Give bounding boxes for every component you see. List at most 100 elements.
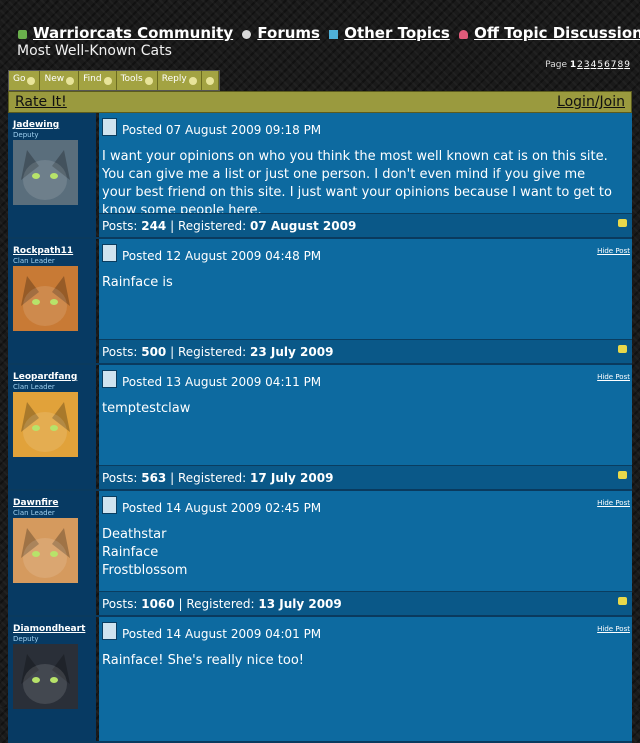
post-count: 1060 <box>141 597 175 611</box>
avatar <box>13 140 78 205</box>
thread-title: Most Well-Known Cats <box>17 43 172 59</box>
user-rank: Deputy <box>13 635 39 643</box>
rate-it-link[interactable]: Rate It! <box>15 94 67 110</box>
username-link[interactable]: Rockpath11 <box>13 246 73 256</box>
post-date: Posted 14 August 2009 02:45 PM <box>122 501 322 515</box>
forum-icon <box>18 30 27 39</box>
hide-post-link[interactable]: Hide Post <box>597 247 630 255</box>
toolbar-tools-button[interactable]: Tools <box>116 71 158 90</box>
post-body: Rainface! She's really nice too! <box>102 652 612 670</box>
page-link[interactable]: 4 <box>591 60 597 70</box>
page-link[interactable]: 3 <box>584 60 590 70</box>
registered-date: 13 July 2009 <box>258 597 342 611</box>
user-panel: Jadewing Deputy <box>8 113 96 237</box>
post-body-text: I want your opinions on who you think th… <box>102 149 612 218</box>
page-link[interactable]: 9 <box>624 60 630 70</box>
post-icon <box>102 496 117 514</box>
tools-icon <box>144 77 153 85</box>
go-icon <box>27 77 36 85</box>
hide-post-link[interactable]: Hide Post <box>597 625 630 633</box>
login-join-link[interactable]: Login/Join <box>557 94 625 110</box>
breadcrumb-forums[interactable]: Forums <box>257 24 320 42</box>
rate-bar: Rate It! Login/Join <box>8 91 632 113</box>
user-panel: Dawnfire Clan Leader <box>8 491 96 615</box>
post-count: 563 <box>141 471 167 485</box>
hide-post-link[interactable]: Hide Post <box>597 373 630 381</box>
hide-post-link[interactable]: Hide Post <box>597 499 630 507</box>
username-link[interactable]: Jadewing <box>13 120 59 130</box>
breadcrumb: Warriorcats Community Forums Other Topic… <box>14 24 640 42</box>
post: Diamondheart Deputy Posted 14 August 2009 … <box>8 617 632 743</box>
pagination: Page 123456789 <box>545 60 630 70</box>
page-link[interactable]: 8 <box>618 60 624 70</box>
report-icon[interactable] <box>618 219 627 227</box>
post-icon <box>102 622 117 640</box>
post-content: Posted 12 August 2009 04:48 PM Hide Post R… <box>99 239 632 363</box>
page-link[interactable]: 7 <box>611 60 617 70</box>
avatar <box>13 644 78 709</box>
post-body-line: Deathstar <box>102 527 167 542</box>
post-date: Posted 13 August 2009 04:11 PM <box>122 375 322 389</box>
post-body: I want your opinions on who you think th… <box>102 148 612 220</box>
toolbar-go-button[interactable]: Go <box>9 71 41 90</box>
post-body-line: Rainface <box>102 545 159 560</box>
username-link[interactable]: Leopardfang <box>13 372 77 382</box>
report-icon[interactable] <box>618 597 627 605</box>
user-panel: Leopardfang Clan Leader <box>8 365 96 489</box>
post-body-text: temptestclaw <box>102 401 191 416</box>
post-date: Posted 14 August 2009 04:01 PM <box>122 627 322 641</box>
post: Rockpath11 Clan Leader Posted 12 August 20… <box>8 239 632 365</box>
smiley-icon <box>205 77 214 85</box>
toolbar-find-button[interactable]: Find <box>79 71 117 90</box>
subforum-icon <box>459 30 469 39</box>
post-icon <box>102 370 117 388</box>
post-header: Posted 07 August 2009 09:18 PM <box>99 113 632 140</box>
post-header: Posted 13 August 2009 04:11 PM Hide Post <box>99 365 632 392</box>
new-icon <box>66 77 75 85</box>
toolbar-extra-button[interactable] <box>201 71 219 90</box>
post-icon <box>102 118 117 136</box>
page-link[interactable]: 2 <box>577 60 583 70</box>
forums-icon <box>242 30 252 39</box>
breadcrumb-off-topic[interactable]: Off Topic Discussions <box>474 24 640 42</box>
registered-date: 23 July 2009 <box>250 345 334 359</box>
post: Leopardfang Clan Leader Posted 13 August 2… <box>8 365 632 491</box>
post-date: Posted 12 August 2009 04:48 PM <box>122 249 322 263</box>
registered-date: 17 July 2009 <box>250 471 334 485</box>
report-icon[interactable] <box>618 345 627 353</box>
post-footer: Posts: 244 | Registered: 07 August 2009 <box>99 213 632 237</box>
page-link[interactable]: 5 <box>597 60 603 70</box>
user-rank: Clan Leader <box>13 257 55 265</box>
user-stats: Posts: 563 | Registered: 17 July 2009 <box>102 471 334 485</box>
post-footer: Posts: 1060 | Registered: 13 July 2009 <box>99 591 632 615</box>
post-list: Jadewing Deputy Posted 07 August 2009 09:1… <box>8 113 632 743</box>
post-count: 244 <box>141 219 167 233</box>
post-content: Posted 14 August 2009 04:01 PM Hide Post R… <box>99 617 632 741</box>
post-icon <box>102 244 117 262</box>
toolbar-reply-button[interactable]: Reply <box>157 71 202 90</box>
toolbar-new-button[interactable]: New <box>40 71 80 90</box>
post-content: Posted 14 August 2009 02:45 PM Hide Post D… <box>99 491 632 615</box>
post-content: Posted 13 August 2009 04:11 PM Hide Post t… <box>99 365 632 489</box>
username-link[interactable]: Diamondheart <box>13 624 85 634</box>
post-body-text: Rainface! She's really nice too! <box>102 653 304 668</box>
user-stats: Posts: 500 | Registered: 23 July 2009 <box>102 345 334 359</box>
report-icon[interactable] <box>618 471 627 479</box>
post-content: Posted 07 August 2009 09:18 PM I want you… <box>99 113 632 237</box>
user-rank: Clan Leader <box>13 509 55 517</box>
page-link[interactable]: 6 <box>604 60 610 70</box>
post-header: Posted 14 August 2009 02:45 PM Hide Post <box>99 491 632 518</box>
post-body-text: Rainface is <box>102 275 173 290</box>
post-body: Rainface is <box>102 274 612 292</box>
post-header: Posted 14 August 2009 04:01 PM Hide Post <box>99 617 632 644</box>
pagination-label: Page <box>545 60 567 70</box>
find-icon <box>103 77 112 85</box>
breadcrumb-community[interactable]: Warriorcats Community <box>33 24 233 42</box>
breadcrumb-other-topics[interactable]: Other Topics <box>344 24 450 42</box>
user-stats: Posts: 244 | Registered: 07 August 2009 <box>102 219 357 233</box>
avatar <box>13 392 78 457</box>
avatar <box>13 266 78 331</box>
username-link[interactable]: Dawnfire <box>13 498 58 508</box>
post-footer: Posts: 500 | Registered: 23 July 2009 <box>99 339 632 363</box>
user-rank: Deputy <box>13 131 39 139</box>
